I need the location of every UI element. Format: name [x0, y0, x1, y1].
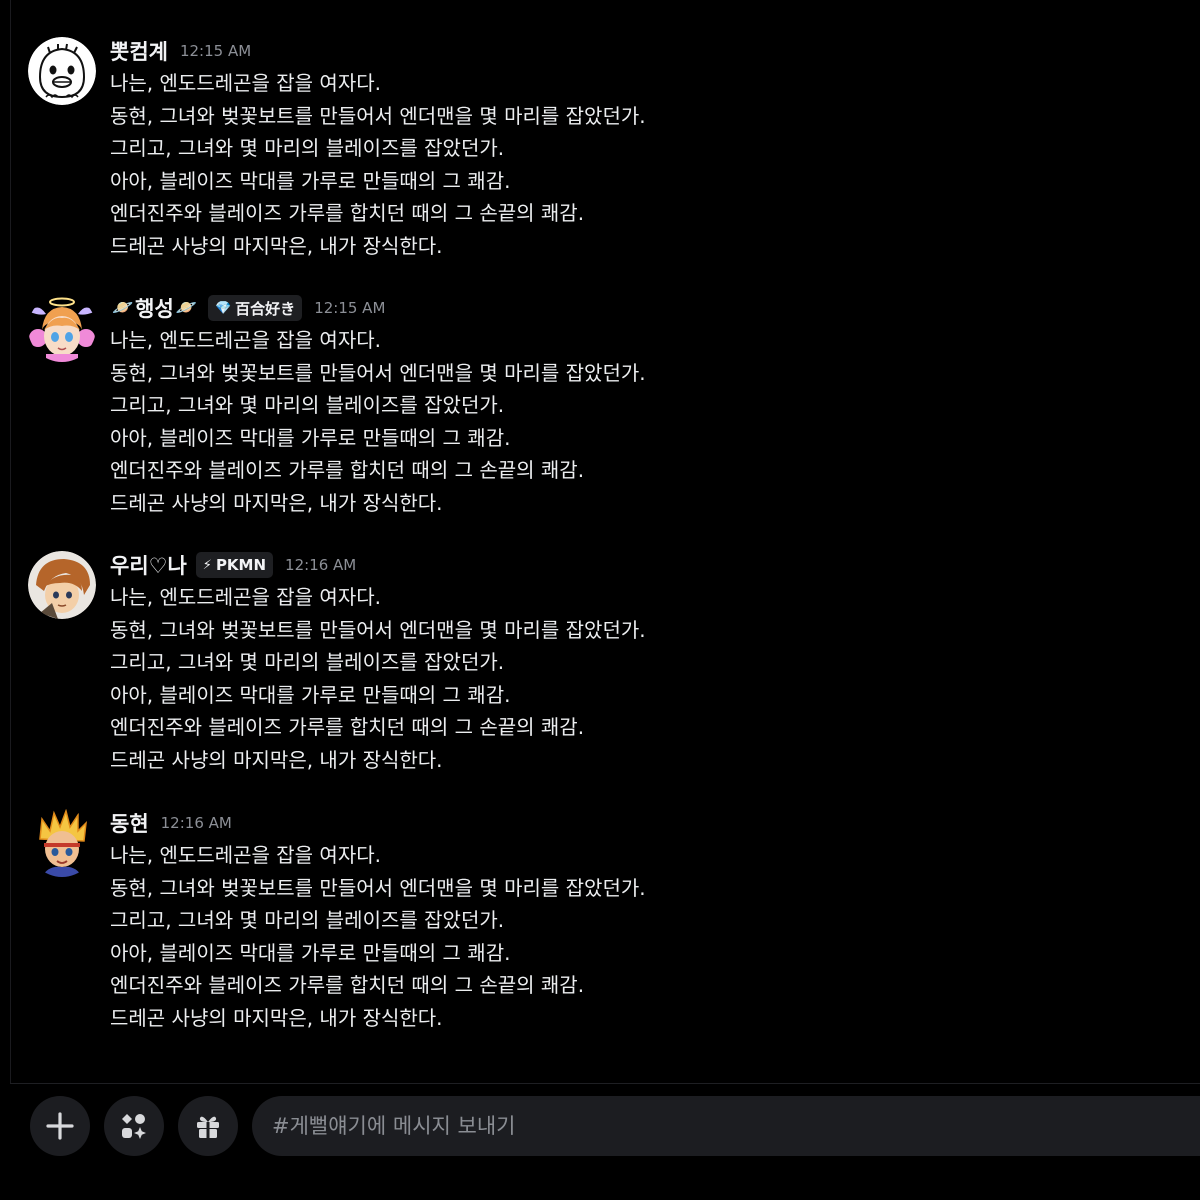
message-line: 아아, 블레이즈 막대를 가루로 만들때의 그 쾌감.: [110, 425, 511, 450]
username[interactable]: 뽓컴계: [110, 36, 168, 66]
brown-hair-avatar-icon[interactable]: [28, 551, 96, 619]
message-line: 엔더진주와 블레이즈 가루를 합치던 때의 그 손끝의 쾌감.: [110, 201, 585, 225]
username[interactable]: 동현: [110, 808, 149, 838]
gift-icon: [197, 1116, 219, 1138]
apps-icon: [122, 1114, 146, 1139]
gift-button[interactable]: [178, 1096, 238, 1156]
message-line: 아아, 블레이즈 막대를 가루로 만들때의 그 쾌감.: [110, 682, 511, 707]
message-line: 동현, 그녀와 벚꽃보트를 만들어서 엔더맨을 몇 마리를 잡았던가.: [110, 617, 646, 642]
message-line: 아아, 블레이즈 막대를 가루로 만들때의 그 쾌감.: [110, 940, 511, 965]
plus-icon: [46, 1112, 74, 1140]
egg-face-avatar-icon[interactable]: [28, 37, 96, 105]
message-header: 우리♡나 ⚡ PKMN 12:16 AM: [110, 548, 356, 582]
planet-emoji-icon: 🪐: [112, 298, 134, 318]
message-line: 그리고, 그녀와 몇 마리의 블레이즈를 잡았던가.: [110, 908, 505, 932]
message-line: 나는, 엔도드레곤을 잡을 여자다.: [110, 71, 381, 95]
planet-emoji-icon: 🪐: [175, 298, 197, 318]
message-line: 엔더진주와 블레이즈 가루를 합치던 때의 그 손끝의 쾌감.: [110, 458, 585, 482]
message-line: 나는, 엔도드레곤을 잡을 여자다.: [110, 328, 381, 352]
message-line: 엔더진주와 블레이즈 가루를 합치던 때의 그 손끝의 쾌감.: [110, 973, 585, 997]
timestamp: 12:16 AM: [285, 556, 357, 574]
message-content: 나는, 엔도드레곤을 잡을 여자다. 동현, 그녀와 벚꽃보트를 만들어서 엔더…: [110, 67, 646, 262]
message-line: 엔더진주와 블레이즈 가루를 합치던 때의 그 손끝의 쾌감.: [110, 715, 585, 739]
message-line: 동현, 그녀와 벚꽃보트를 만들어서 엔더맨을 몇 마리를 잡았던가.: [110, 360, 646, 385]
timestamp: 12:15 AM: [179, 42, 252, 60]
message-header: 🪐 행성 🪐 💎 百合好き 12:15 AM: [110, 291, 385, 325]
message-line: 나는, 엔도드레곤을 잡을 여자다.: [110, 843, 381, 867]
server-tag-label: PKMN: [215, 556, 267, 574]
username[interactable]: 행성: [135, 293, 174, 323]
message-header: 동현 12:16 AM: [110, 806, 232, 840]
message-line: 그리고, 그녀와 몇 마리의 블레이즈를 잡았던가.: [110, 393, 505, 417]
message-line: 그리고, 그녀와 몇 마리의 블레이즈를 잡았던가.: [110, 650, 505, 674]
message-line: 동현, 그녀와 벚꽃보트를 만들어서 엔더맨을 몇 마리를 잡았던가.: [110, 875, 646, 900]
server-tag[interactable]: 💎 百合好き: [207, 295, 303, 321]
message-content: 나는, 엔도드레곤을 잡을 여자다. 동현, 그녀와 벚꽃보트를 만들어서 엔더…: [110, 324, 646, 519]
message-line: 나는, 엔도드레곤을 잡을 여자다.: [110, 585, 381, 609]
message-line: 드레곤 사냥의 마지막은, 내가 장식한다.: [110, 747, 443, 772]
server-tag-label: 百合好き: [235, 299, 296, 318]
gem-icon: 💎: [214, 300, 232, 316]
server-tag[interactable]: ⚡ PKMN: [195, 552, 274, 578]
message-content: 나는, 엔도드레곤을 잡을 여자다. 동현, 그녀와 벚꽃보트를 만들어서 엔더…: [110, 839, 646, 1034]
message-line: 드레곤 사냥의 마지막은, 내가 장식한다.: [110, 233, 443, 258]
apps-button[interactable]: [104, 1096, 164, 1156]
add-attachment-button[interactable]: [30, 1096, 90, 1156]
username[interactable]: 우리♡나: [110, 550, 187, 580]
timestamp: 12:15 AM: [314, 299, 386, 317]
message-line: 드레곤 사냥의 마지막은, 내가 장식한다.: [110, 490, 443, 515]
message-line: 드레곤 사냥의 마지막은, 내가 장식한다.: [110, 1005, 443, 1030]
chat-window: 뽓컴계 12:15 AM 나는, 엔도드레곤을 잡을 여자다. 동현, 그녀와 …: [0, 0, 1200, 1200]
message-line: 아아, 블레이즈 막대를 가루로 만들때의 그 쾌감.: [110, 168, 511, 193]
spiky-hair-avatar-icon[interactable]: [28, 809, 96, 877]
lightning-icon: ⚡: [202, 557, 212, 573]
message-list: 뽓컴계 12:15 AM 나는, 엔도드레곤을 잡을 여자다. 동현, 그녀와 …: [0, 0, 1200, 1083]
angel-anime-avatar-icon[interactable]: [28, 294, 96, 362]
message-line: 그리고, 그녀와 몇 마리의 블레이즈를 잡았던가.: [110, 136, 505, 160]
message-input[interactable]: [272, 1114, 1172, 1138]
message-input-box[interactable]: [252, 1096, 1200, 1156]
message-line: 동현, 그녀와 벚꽃보트를 만들어서 엔더맨을 몇 마리를 잡았던가.: [110, 103, 646, 128]
message-content: 나는, 엔도드레곤을 잡을 여자다. 동현, 그녀와 벚꽃보트를 만들어서 엔더…: [110, 581, 646, 776]
message-header: 뽓컴계 12:15 AM: [110, 34, 251, 68]
timestamp: 12:16 AM: [160, 814, 232, 832]
message-composer: [0, 1084, 1200, 1200]
